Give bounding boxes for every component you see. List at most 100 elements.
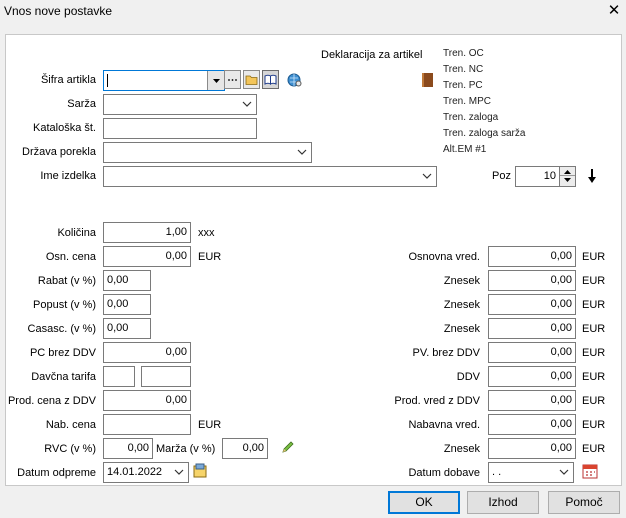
open-book-button[interactable] (262, 70, 279, 89)
osn-cena-unit: EUR (198, 251, 222, 263)
currency-label: EUR (582, 443, 606, 455)
znesek-input-1[interactable]: 0,00 (488, 270, 576, 291)
info-item-pc: Tren. PC (443, 80, 483, 91)
popust-input[interactable]: 0,00 (103, 294, 151, 315)
pv-brez-label: PV. brez DDV (412, 347, 480, 359)
datum-dobave-picker[interactable]: . . (488, 462, 574, 483)
ddv-input[interactable]: 0,00 (488, 366, 576, 387)
prod-cena-label: Prod. cena z DDV (7, 395, 96, 407)
nab-cena-label: Nab. cena (45, 419, 96, 431)
open-book-icon (264, 74, 277, 85)
sifra-input[interactable] (103, 70, 225, 91)
book-icon[interactable] (422, 73, 433, 87)
pencil-icon[interactable] (280, 439, 296, 455)
osn-cena-input[interactable]: 0,00 (103, 246, 191, 267)
pomoc-button[interactable]: Pomoč (548, 491, 620, 514)
chevron-down-icon (297, 149, 307, 155)
osnovna-input[interactable]: 0,00 (488, 246, 576, 267)
znesek-label-2: Znesek (443, 299, 480, 311)
window-title: Vnos nove postavke (4, 4, 113, 18)
kolicina-unit: xxx (198, 227, 215, 239)
kataloska-label: Kataloška št. (33, 122, 96, 134)
znesek-label-1: Znesek (443, 275, 480, 287)
poz-stepper[interactable] (559, 166, 576, 187)
triangle-down-icon (213, 79, 220, 83)
close-icon[interactable]: ✕ (606, 3, 622, 19)
currency-label: EUR (582, 395, 606, 407)
currency-label: EUR (582, 347, 606, 359)
calendar-note-icon[interactable] (193, 463, 207, 479)
chevron-down-icon (559, 469, 569, 475)
datum-odpreme-label: Datum odpreme (17, 467, 96, 479)
more-button[interactable] (224, 70, 241, 89)
ime-select[interactable] (103, 166, 437, 187)
davcna-name-input[interactable] (141, 366, 191, 387)
osnovna-label: Osnovna vred. (408, 251, 480, 263)
prod-vred-input[interactable]: 0,00 (488, 390, 576, 411)
rabat-input[interactable]: 0,00 (103, 270, 151, 291)
arrow-down-icon[interactable] (587, 168, 597, 184)
nab-cena-unit: EUR (198, 419, 222, 431)
rvc-label: RVC (v %) (44, 443, 96, 455)
marza-label: Marža (v %) (156, 443, 216, 455)
currency-label: EUR (582, 251, 606, 263)
prod-vred-label: Prod. vred z DDV (394, 395, 480, 407)
folder-icon (245, 75, 258, 85)
currency-label: EUR (582, 371, 606, 383)
ok-button[interactable]: OK (388, 491, 460, 514)
chevron-down-icon (174, 469, 184, 475)
calendar-icon[interactable] (582, 462, 598, 479)
chevron-down-icon (242, 101, 252, 107)
kataloska-input[interactable] (103, 118, 257, 139)
ellipsis-icon (228, 79, 237, 81)
pc-brez-input[interactable]: 0,00 (103, 342, 191, 363)
rvc-input[interactable]: 0,00 (103, 438, 153, 459)
nabavna-input[interactable]: 0,00 (488, 414, 576, 435)
osn-cena-label: Osn. cena (45, 251, 96, 263)
chevron-down-icon (422, 173, 432, 179)
info-item-alt-em: Alt.EM #1 (443, 144, 487, 153)
currency-label: EUR (582, 299, 606, 311)
ime-label: Ime izdelka (40, 170, 96, 182)
prod-cena-input[interactable]: 0,00 (103, 390, 191, 411)
sifra-dropdown-button[interactable] (207, 71, 224, 90)
open-folder-button[interactable] (243, 70, 260, 89)
currency-label: EUR (582, 275, 606, 287)
kolicina-label: Količina (57, 227, 96, 239)
datum-odpreme-picker[interactable]: 14.01.2022 (103, 462, 189, 483)
info-item-nc: Tren. NC (443, 64, 484, 75)
casasc-input[interactable]: 0,00 (103, 318, 151, 339)
pv-brez-input[interactable]: 0,00 (488, 342, 576, 363)
davcna-code-input[interactable] (103, 366, 135, 387)
text-caret (107, 74, 108, 87)
poz-input[interactable]: 10 (515, 166, 560, 187)
znesek-input-4[interactable]: 0,00 (488, 438, 576, 459)
ddv-label: DDV (456, 371, 480, 383)
datum-dobave-label: Datum dobave (408, 467, 480, 479)
rabat-label: Rabat (v %) (37, 275, 96, 287)
poz-label: Poz (492, 170, 511, 182)
drzava-select[interactable] (103, 142, 312, 163)
drzava-label: Država porekla (22, 146, 96, 158)
znesek-input-3[interactable]: 0,00 (488, 318, 576, 339)
izhod-button[interactable]: Izhod (467, 491, 539, 514)
currency-label: EUR (582, 323, 606, 335)
info-item-zaloga: Tren. zaloga (443, 112, 499, 123)
currency-label: EUR (582, 419, 606, 431)
davcna-label: Davčna tarifa (31, 371, 96, 383)
declaration-label: Deklaracija za artikel (321, 49, 423, 61)
casasc-label: Casasc. (v %) (27, 323, 96, 335)
sarza-select[interactable] (103, 94, 257, 115)
sarza-label: Sarža (67, 98, 96, 110)
info-item-oc: Tren. OC (443, 48, 484, 59)
stepper-up-icon (560, 167, 575, 176)
info-item-zaloga-sarza: Tren. zaloga sarža (443, 128, 526, 139)
kolicina-input[interactable]: 1,00 (103, 222, 191, 243)
nab-cena-input[interactable] (103, 414, 191, 435)
pc-brez-label: PC brez DDV (29, 347, 96, 359)
popust-label: Popust (v %) (33, 299, 96, 311)
info-item-mpc: Tren. MPC (443, 96, 491, 107)
web-search-icon[interactable] (287, 72, 303, 88)
znesek-input-2[interactable]: 0,00 (488, 294, 576, 315)
marza-input[interactable]: 0,00 (222, 438, 268, 459)
